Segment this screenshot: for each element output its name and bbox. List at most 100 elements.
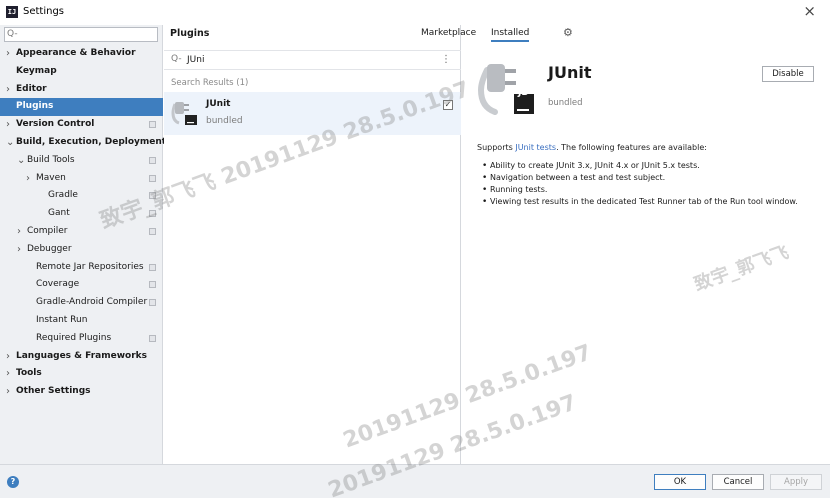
project-settings-icon [149, 263, 156, 271]
project-settings-icon [149, 299, 156, 307]
sidebar-item-remote-jar-repositories[interactable]: Remote Jar Repositories [0, 259, 163, 277]
search-icon: Q- [171, 54, 182, 64]
sidebar-item-label: Maven [36, 172, 66, 183]
sidebar-item-label: Other Settings [16, 386, 91, 397]
plugin-tabs: Marketplace Installed ⚙ [421, 25, 830, 45]
project-settings-icon [149, 281, 156, 289]
chevron-right-icon[interactable]: › [6, 348, 10, 366]
sidebar-item-plugins[interactable]: Plugins [0, 98, 163, 117]
settings-sidebar: Q- › Appearance & Behavior Keymap › Editor Pl… [0, 25, 167, 464]
disable-button[interactable]: Disable [762, 66, 814, 82]
plugin-list-panel: Plugins Q- JUni ⋮ Search Results (1) JUn… [164, 25, 461, 464]
project-settings-icon [149, 121, 156, 129]
chevron-right-icon[interactable]: › [6, 383, 10, 401]
chevron-right-icon[interactable]: › [6, 81, 10, 99]
bullet-icon: • [482, 197, 488, 207]
sidebar-item-other-settings[interactable]: › Other Settings [0, 383, 163, 401]
plugin-detail-panel: Marketplace Installed ⚙ JB JUnit bundled… [421, 25, 830, 464]
sidebar-item-appearance-behavior[interactable]: › Appearance & Behavior [0, 45, 163, 63]
bullet-icon: • [482, 161, 488, 171]
tab-installed[interactable]: Installed [491, 28, 530, 42]
settings-tree: › Appearance & Behavior Keymap › Editor Plugi… [0, 45, 167, 401]
feature-text: Running tests. [490, 185, 548, 194]
sidebar-item-debugger[interactable]: › Debugger [0, 241, 163, 259]
sidebar-item-required-plugins[interactable]: Required Plugins [0, 330, 163, 348]
sidebar-item-compiler[interactable]: › Compiler [0, 223, 163, 241]
sidebar-item-label: Editor [16, 83, 47, 94]
sidebar-item-label: Debugger [27, 243, 72, 254]
project-settings-icon [149, 210, 156, 218]
settings-search-box[interactable]: Q- [4, 27, 158, 42]
ok-button[interactable]: OK [654, 474, 706, 490]
gear-icon[interactable]: ⚙ [563, 26, 573, 39]
plugin-search-field[interactable]: Q- JUni ⋮ [164, 50, 461, 70]
apply-button[interactable]: Apply [770, 474, 822, 490]
sidebar-item-gradle[interactable]: Gradle [0, 187, 163, 205]
feature-item: • Navigation between a test and test subj… [482, 172, 798, 184]
plugin-detail-bundled: bundled [548, 98, 583, 108]
sidebar-item-gradle-android-compiler[interactable]: Gradle-Android Compiler [0, 294, 163, 312]
project-settings-icon [149, 192, 156, 200]
sidebar-item-label: Build, Execution, Deployment [16, 136, 167, 147]
plugin-name: JUnit [206, 99, 231, 109]
chevron-right-icon[interactable]: › [6, 116, 10, 134]
tab-marketplace[interactable]: Marketplace [421, 28, 476, 38]
sidebar-item-version-control[interactable]: › Version Control [0, 116, 163, 134]
chevron-right-icon[interactable]: › [17, 241, 21, 259]
sidebar-item-keymap[interactable]: Keymap [0, 63, 163, 81]
feature-item: • Ability to create JUnit 3.x, JUnit 4.x … [482, 160, 798, 172]
sidebar-item-languages-frameworks[interactable]: › Languages & Frameworks [0, 348, 163, 366]
project-settings-icon [149, 174, 156, 182]
chevron-right-icon[interactable]: › [17, 223, 21, 241]
sidebar-item-maven[interactable]: › Maven [0, 170, 163, 188]
bullet-icon: • [482, 173, 488, 183]
title-bar: IJ Settings × [0, 0, 830, 25]
plugin-plug-icon [171, 102, 197, 125]
cancel-button[interactable]: Cancel [712, 474, 764, 490]
feature-item: • Running tests. [482, 184, 798, 196]
sidebar-item-label: Compiler [27, 225, 68, 236]
plugin-list-item-junit[interactable]: JUnit bundled ✓ [164, 92, 461, 135]
feature-text: Viewing test results in the dedicated Te… [490, 197, 798, 206]
project-settings-icon [149, 156, 156, 164]
sidebar-item-coverage[interactable]: Coverage [0, 276, 163, 294]
sidebar-item-editor[interactable]: › Editor [0, 81, 163, 99]
chevron-down-icon[interactable]: ⌄ [6, 134, 14, 152]
chevron-right-icon[interactable]: › [6, 365, 10, 383]
description-suffix: . The following features are available: [556, 143, 707, 152]
bullet-icon: • [482, 185, 488, 195]
sidebar-item-label: Plugins [16, 101, 54, 112]
sidebar-item-build-execution-deployment[interactable]: ⌄ Build, Execution, Deployment [0, 134, 167, 152]
more-options-icon[interactable]: ⋮ [441, 54, 451, 65]
sidebar-item-label: Remote Jar Repositories [36, 261, 144, 272]
chevron-right-icon[interactable]: › [26, 170, 30, 188]
junit-tests-link[interactable]: JUnit tests [515, 143, 556, 152]
plugin-detail-name: JUnit [548, 63, 592, 82]
settings-search-input[interactable] [19, 28, 155, 41]
close-icon[interactable]: × [803, 3, 816, 20]
help-icon[interactable]: ? [7, 476, 19, 488]
window-title: Settings [23, 6, 65, 17]
plugin-search-value[interactable]: JUni [187, 55, 204, 65]
sidebar-item-label: Gradle-Android Compiler [36, 297, 148, 308]
sidebar-item-tools[interactable]: › Tools [0, 365, 163, 383]
chevron-right-icon[interactable]: › [6, 45, 10, 63]
search-results-label: Search Results (1) [171, 78, 249, 88]
intellij-app-icon: IJ [6, 6, 18, 18]
sidebar-item-label: Gant [48, 208, 70, 219]
sidebar-item-instant-run[interactable]: Instant Run [0, 312, 163, 330]
sidebar-item-label: Build Tools [27, 154, 75, 165]
sidebar-item-gant[interactable]: Gant [0, 205, 163, 223]
sidebar-item-label: Keymap [16, 65, 57, 76]
chevron-down-icon[interactable]: ⌄ [17, 152, 25, 170]
sidebar-item-label: Gradle [48, 190, 78, 201]
project-settings-icon [149, 227, 156, 235]
jb-badge: JB [518, 88, 529, 98]
description-prefix: Supports [477, 143, 516, 152]
project-settings-icon [149, 334, 156, 342]
sidebar-item-build-tools[interactable]: ⌄ Build Tools [0, 152, 163, 170]
feature-list: • Ability to create JUnit 3.x, JUnit 4.x … [482, 160, 798, 208]
sidebar-item-label: Instant Run [36, 314, 88, 325]
search-icon: Q- [7, 29, 18, 39]
plugin-enabled-checkbox[interactable]: ✓ [443, 100, 453, 110]
